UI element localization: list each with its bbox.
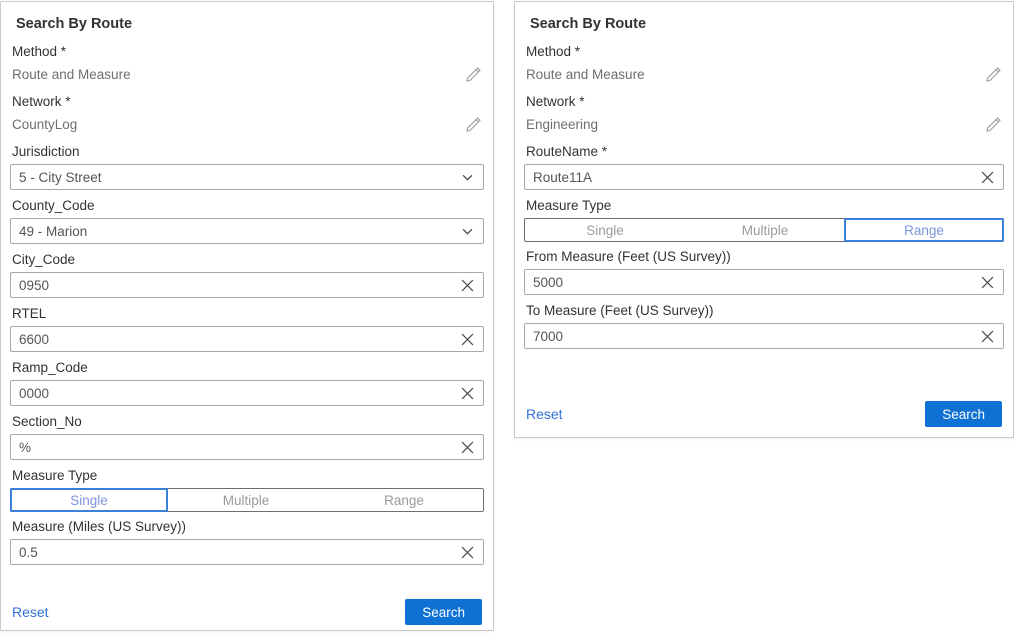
pencil-icon[interactable] <box>984 65 1002 83</box>
measure-type-label: Measure Type <box>12 468 484 484</box>
from-measure-input-wrap <box>524 269 1004 295</box>
route-name-label: RouteName * <box>526 144 1004 160</box>
section-no-group: Section_No <box>10 414 484 460</box>
measure-group: Measure (Miles (US Survey)) <box>10 519 484 565</box>
measure-type-label: Measure Type <box>526 198 1004 214</box>
panel-footer: Reset Search <box>10 599 484 625</box>
county-code-select[interactable]: 49 - Marion <box>10 218 484 244</box>
measure-type-option-multiple[interactable]: Multiple <box>685 219 845 241</box>
clear-x-icon[interactable] <box>451 327 483 351</box>
reset-link[interactable]: Reset <box>526 406 563 422</box>
measure-type-option-range[interactable]: Range <box>844 218 1004 242</box>
route-name-input-wrap <box>524 164 1004 190</box>
rtel-group: RTEL <box>10 306 484 352</box>
measure-label: Measure (Miles (US Survey)) <box>12 519 484 535</box>
measure-type-segmented-control: Single Multiple Range <box>10 488 484 512</box>
jurisdiction-label: Jurisdiction <box>12 144 484 160</box>
measure-type-option-range[interactable]: Range <box>325 489 483 511</box>
section-no-label: Section_No <box>12 414 484 430</box>
to-measure-input-wrap <box>524 323 1004 349</box>
route-name-input[interactable] <box>525 170 971 185</box>
rtel-input[interactable] <box>11 332 451 347</box>
clear-x-icon[interactable] <box>451 540 483 564</box>
to-measure-group: To Measure (Feet (US Survey)) <box>524 303 1004 349</box>
measure-type-group: Measure Type Single Multiple Range <box>524 198 1004 242</box>
measure-type-group: Measure Type Single Multiple Range <box>10 468 484 512</box>
clear-x-icon[interactable] <box>971 165 1003 189</box>
ramp-code-input[interactable] <box>11 386 451 401</box>
city-code-input-wrap <box>10 272 484 298</box>
method-value: Route and Measure <box>12 67 131 82</box>
rtel-input-wrap <box>10 326 484 352</box>
jurisdiction-group: Jurisdiction 5 - City Street <box>10 144 484 190</box>
measure-input[interactable] <box>11 545 451 560</box>
panel-title: Search By Route <box>16 16 484 32</box>
search-by-route-panel-right: Search By Route Method * Route and Measu… <box>514 1 1014 438</box>
jurisdiction-selected-value: 5 - City Street <box>11 170 451 185</box>
section-no-input-wrap <box>10 434 484 460</box>
measure-type-option-single[interactable]: Single <box>10 488 168 512</box>
county-code-selected-value: 49 - Marion <box>11 224 451 239</box>
measure-input-wrap <box>10 539 484 565</box>
page: Search By Route Method * Route and Measu… <box>0 0 1014 634</box>
city-code-group: City_Code <box>10 252 484 298</box>
search-by-route-panel-left: Search By Route Method * Route and Measu… <box>0 1 494 631</box>
panel-footer: Reset Search <box>524 401 1004 427</box>
city-code-input[interactable] <box>11 278 451 293</box>
network-value-row: CountyLog <box>12 114 482 134</box>
network-label: Network * <box>12 94 484 110</box>
from-measure-label: From Measure (Feet (US Survey)) <box>526 249 1004 265</box>
clear-x-icon[interactable] <box>971 324 1003 348</box>
clear-x-icon[interactable] <box>451 273 483 297</box>
measure-type-segmented-control: Single Multiple Range <box>524 218 1004 242</box>
clear-x-icon[interactable] <box>971 270 1003 294</box>
route-name-group: RouteName * <box>524 144 1004 190</box>
reset-link[interactable]: Reset <box>12 604 49 620</box>
county-code-label: County_Code <box>12 198 484 214</box>
from-measure-input[interactable] <box>525 275 971 290</box>
county-code-group: County_Code 49 - Marion <box>10 198 484 244</box>
pencil-icon[interactable] <box>464 65 482 83</box>
panel-title: Search By Route <box>530 16 1004 32</box>
network-label: Network * <box>526 94 1004 110</box>
chevron-down-icon <box>451 165 483 189</box>
method-value-row: Route and Measure <box>526 64 1002 84</box>
jurisdiction-select[interactable]: 5 - City Street <box>10 164 484 190</box>
search-button[interactable]: Search <box>405 599 482 625</box>
from-measure-group: From Measure (Feet (US Survey)) <box>524 249 1004 295</box>
pencil-icon[interactable] <box>984 115 1002 133</box>
rtel-label: RTEL <box>12 306 484 322</box>
search-button[interactable]: Search <box>925 401 1002 427</box>
to-measure-label: To Measure (Feet (US Survey)) <box>526 303 1004 319</box>
ramp-code-label: Ramp_Code <box>12 360 484 376</box>
method-label: Method * <box>12 44 484 60</box>
method-label: Method * <box>526 44 1004 60</box>
network-value-row: Engineering <box>526 114 1002 134</box>
to-measure-input[interactable] <box>525 329 971 344</box>
chevron-down-icon <box>451 219 483 243</box>
network-value: CountyLog <box>12 117 77 132</box>
clear-x-icon[interactable] <box>451 435 483 459</box>
method-value: Route and Measure <box>526 67 645 82</box>
measure-type-option-multiple[interactable]: Multiple <box>167 489 325 511</box>
pencil-icon[interactable] <box>464 115 482 133</box>
city-code-label: City_Code <box>12 252 484 268</box>
measure-type-option-single[interactable]: Single <box>525 219 685 241</box>
section-no-input[interactable] <box>11 440 451 455</box>
ramp-code-group: Ramp_Code <box>10 360 484 406</box>
clear-x-icon[interactable] <box>451 381 483 405</box>
network-value: Engineering <box>526 117 598 132</box>
method-value-row: Route and Measure <box>12 64 482 84</box>
ramp-code-input-wrap <box>10 380 484 406</box>
